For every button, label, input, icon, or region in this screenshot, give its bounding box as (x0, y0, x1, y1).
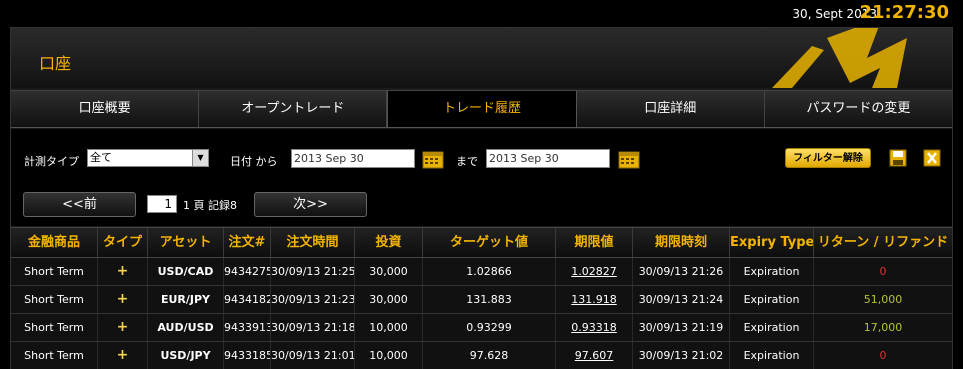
cell-order-time: 30/09/13 21:25 (271, 258, 355, 285)
column-header[interactable]: アセット (148, 228, 224, 257)
cell-expiry-time: 30/09/13 21:02 (633, 342, 730, 369)
top-bar: 30, Sept 2013 21:27:30 (0, 0, 963, 27)
cell-order-number: 9434275 (224, 258, 271, 285)
cell-type: + (98, 342, 148, 369)
account-header: 口座 (11, 28, 952, 88)
column-header[interactable]: 期限値 (556, 228, 633, 257)
column-header[interactable]: 注文# (224, 228, 271, 257)
table-header: 金融商品 タイプ アセット 注文# 注文時間 投資 ターゲット値 期限値 期限時… (11, 227, 952, 258)
plus-icon: + (116, 291, 129, 307)
from-date-input[interactable]: 2013 Sep 30 (291, 149, 415, 168)
cell-expiry-type: Expiration (730, 286, 814, 313)
to-date-input[interactable]: 2013 Sep 30 (486, 149, 610, 168)
column-header[interactable]: 投資 (355, 228, 423, 257)
cell-product: Short Term (11, 314, 98, 341)
table-row: Short Term + AUD/USD 9433913 30/09/13 21:18 1… (11, 314, 952, 342)
tab-account-details[interactable]: 口座詳細 (577, 91, 765, 127)
cell-expiry-value[interactable]: 97.607 (556, 342, 633, 369)
tab-change-password[interactable]: パスワードの変更 (765, 91, 952, 127)
tab-bar: 口座概要 オープントレード トレード履歴 口座詳細 パスワードの変更 (11, 90, 952, 128)
cell-order-time: 30/09/13 21:23 (271, 286, 355, 313)
cell-product: Short Term (11, 342, 98, 369)
column-header[interactable]: ターゲット値 (423, 228, 556, 257)
save-icon[interactable] (888, 148, 908, 168)
date-to-label: まで (456, 155, 478, 168)
cell-return: 51,000 (863, 293, 903, 306)
cell-target-value: 0.93299 (423, 314, 556, 341)
prev-page-button[interactable]: <<前 (23, 192, 136, 217)
cell-expiry-value[interactable]: 1.02827 (556, 258, 633, 285)
account-panel: 口座 口座概要 オープントレード トレード履歴 口座詳細 パスワードの変更 計測… (10, 27, 953, 369)
type-label: 計測タイプ (24, 155, 79, 168)
table-body: Short Term + USD/CAD 9434275 30/09/13 21:25 3… (11, 258, 952, 369)
column-header[interactable]: Expiry Type (730, 228, 814, 257)
plus-icon: + (116, 347, 129, 363)
cell-asset: USD/CAD (148, 258, 224, 285)
cell-expiry-value[interactable]: 0.93318 (556, 314, 633, 341)
cell-investment: 10,000 (355, 314, 423, 341)
cell-expiry-type: Expiration (730, 314, 814, 341)
calendar-icon[interactable] (618, 149, 640, 169)
cell-return: 17,000 (863, 321, 903, 334)
excel-icon[interactable] (922, 148, 942, 168)
plus-icon: + (116, 319, 129, 335)
table-row: Short Term + EUR/JPY 9434182 30/09/13 21:23 3… (11, 286, 952, 314)
table-row: Short Term + USD/JPY 9433185 30/09/13 21:01 1… (11, 342, 952, 369)
plus-icon: + (116, 263, 129, 279)
cell-expiry-time: 30/09/13 21:24 (633, 286, 730, 313)
type-select[interactable]: 全て ▼ (87, 149, 209, 167)
cell-return: 0 (879, 349, 887, 362)
page-number-input[interactable]: 1 (147, 195, 177, 213)
cell-asset: AUD/USD (148, 314, 224, 341)
cell-target-value: 1.02866 (423, 258, 556, 285)
trade-history-table: 金融商品 タイプ アセット 注文# 注文時間 投資 ターゲット値 期限値 期限時… (11, 227, 952, 369)
column-header[interactable]: 期限時刻 (633, 228, 730, 257)
cell-investment: 10,000 (355, 342, 423, 369)
cell-target-value: 131.883 (423, 286, 556, 313)
tab-account-summary[interactable]: 口座概要 (11, 91, 200, 127)
cell-expiry-time: 30/09/13 21:26 (633, 258, 730, 285)
cell-product: Short Term (11, 286, 98, 313)
next-page-button[interactable]: 次>> (254, 192, 367, 217)
cell-expiry-type: Expiration (730, 258, 814, 285)
cell-order-time: 30/09/13 21:01 (271, 342, 355, 369)
tab-open-trades[interactable]: オープントレード (199, 91, 388, 127)
cell-type: + (98, 286, 148, 313)
column-header[interactable]: リターン / リファンド (814, 228, 952, 257)
cell-asset: USD/JPY (148, 342, 224, 369)
calendar-icon[interactable] (422, 149, 444, 169)
cell-type: + (98, 314, 148, 341)
cell-expiry-value[interactable]: 131.918 (556, 286, 633, 313)
date-from-label: 日付 から (230, 155, 278, 168)
table-row: Short Term + USD/CAD 9434275 30/09/13 21:25 3… (11, 258, 952, 286)
cell-target-value: 97.628 (423, 342, 556, 369)
cell-order-number: 9433913 (224, 314, 271, 341)
tab-trade-history[interactable]: トレード履歴 (387, 91, 577, 127)
cell-return: 0 (879, 265, 887, 278)
chevron-down-icon[interactable]: ▼ (192, 150, 208, 166)
cell-expiry-time: 30/09/13 21:19 (633, 314, 730, 341)
column-header[interactable]: 注文時間 (271, 228, 355, 257)
current-time: 21:27:30 (859, 2, 949, 23)
clear-filter-button[interactable]: フィルター解除 (785, 148, 871, 168)
column-header[interactable]: タイプ (98, 228, 148, 257)
cell-order-number: 9433185 (224, 342, 271, 369)
page-info: 1 頁 記録8 (183, 199, 237, 212)
column-header[interactable]: 金融商品 (11, 228, 98, 257)
cell-type: + (98, 258, 148, 285)
cell-investment: 30,000 (355, 258, 423, 285)
filter-bar: 計測タイプ 全て ▼ 日付 から 2013 Sep 30 まで 2013 Sep… (11, 129, 952, 184)
cell-order-number: 9434182 (224, 286, 271, 313)
cell-order-time: 30/09/13 21:18 (271, 314, 355, 341)
cell-expiry-type: Expiration (730, 342, 814, 369)
type-select-value: 全て (90, 151, 112, 164)
cell-product: Short Term (11, 258, 98, 285)
brand-logo-decoration (772, 28, 907, 88)
pagination: <<前 1 1 頁 記録8 次>> (11, 184, 952, 226)
cell-asset: EUR/JPY (148, 286, 224, 313)
cell-investment: 30,000 (355, 286, 423, 313)
page-title: 口座 (39, 54, 72, 73)
